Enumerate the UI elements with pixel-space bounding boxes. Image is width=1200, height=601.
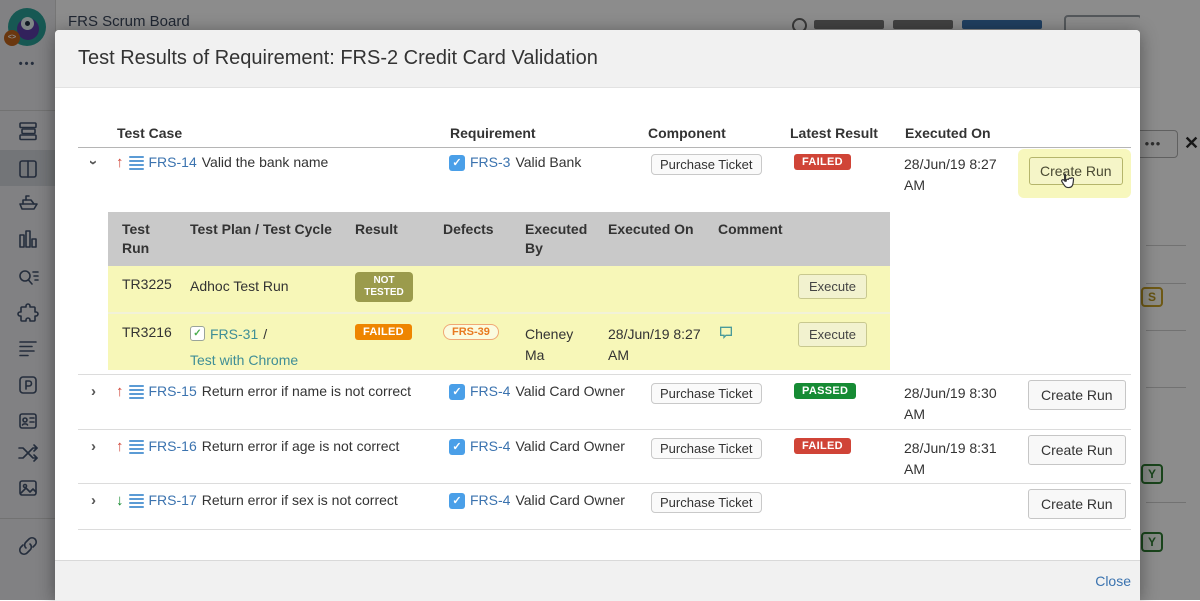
status-badge-failed: FAILED: [794, 154, 851, 170]
dialog-footer: Close: [55, 560, 1140, 601]
chevron-right-icon[interactable]: ›: [91, 438, 96, 455]
test-case-link[interactable]: FRS-17: [149, 492, 197, 508]
close-link[interactable]: Close: [1095, 561, 1131, 601]
component-badge: Purchase Ticket: [651, 492, 762, 513]
dialog-body: Test Case Requirement Component Latest R…: [55, 88, 1140, 560]
row-divider: [78, 483, 1131, 484]
create-run-button[interactable]: Create Run: [1028, 435, 1126, 465]
subcol-comment: Comment: [718, 220, 783, 239]
test-case-link[interactable]: FRS-14: [149, 154, 197, 170]
table-header-divider: [78, 147, 1131, 148]
test-case-link[interactable]: FRS-15: [149, 383, 197, 399]
requirement-link[interactable]: FRS-4: [470, 383, 510, 399]
defect-badge[interactable]: FRS-39: [443, 324, 499, 340]
create-run-button[interactable]: Create Run: [1028, 489, 1126, 519]
subcol-executed-by: Executed By: [525, 220, 597, 258]
create-run-button[interactable]: Create Run: [1028, 380, 1126, 410]
col-header-test-case: Test Case: [117, 125, 182, 141]
subcol-test-run: Test Run: [122, 220, 166, 258]
status-badge-passed: PASSED: [794, 383, 856, 399]
test-case-icon: [129, 385, 144, 400]
requirement-link[interactable]: FRS-3: [470, 154, 510, 170]
result-badge-failed: FAILED: [355, 324, 412, 340]
requirement-name: Valid Card Owner: [515, 438, 624, 454]
subcol-test-plan: Test Plan / Test Cycle: [190, 220, 360, 239]
requirement-name: Valid Bank: [515, 154, 581, 170]
row-divider: [78, 429, 1131, 430]
test-plan-link[interactable]: FRS-31: [210, 324, 258, 345]
component-badge: Purchase Ticket: [651, 438, 762, 459]
dialog-header: Test Results of Requirement: FRS-2 Credi…: [55, 30, 1140, 88]
priority-highest-icon: ↑: [116, 438, 124, 455]
test-case-icon: [129, 156, 144, 171]
cursor-pointer-icon: [1056, 171, 1078, 195]
test-runs-subtable: Test Run Test Plan / Test Cycle Result D…: [108, 212, 890, 370]
col-header-executed-on: Executed On: [905, 125, 991, 141]
test-cycle-link[interactable]: Test with Chrome: [190, 350, 298, 371]
col-header-component: Component: [648, 125, 726, 141]
chevron-down-icon[interactable]: ›: [91, 154, 96, 171]
priority-highest-icon: ↑: [116, 154, 124, 171]
requirement-icon: ✓: [449, 493, 465, 509]
execute-button[interactable]: Execute: [798, 322, 867, 347]
test-results-dialog: Test Results of Requirement: FRS-2 Credi…: [55, 30, 1140, 600]
col-header-latest-result: Latest Result: [790, 125, 878, 141]
execute-button[interactable]: Execute: [798, 274, 867, 299]
chevron-right-icon[interactable]: ›: [91, 383, 96, 400]
component-badge: Purchase Ticket: [651, 154, 762, 175]
subcol-result: Result: [355, 220, 398, 239]
row-divider: [78, 529, 1131, 530]
test-case-summary: Return error if sex is not correct: [202, 492, 398, 508]
executed-by-value: Cheney Ma: [525, 324, 595, 366]
test-case-link[interactable]: FRS-16: [149, 438, 197, 454]
result-badge-not-tested: NOT TESTED: [355, 272, 413, 302]
subtable-header: Test Run Test Plan / Test Cycle Result D…: [108, 212, 890, 266]
comment-icon[interactable]: [718, 324, 734, 340]
test-plan-icon: ✓: [190, 326, 205, 341]
test-plan-name: Adhoc Test Run: [190, 276, 342, 297]
col-header-requirement: Requirement: [450, 125, 536, 141]
component-badge: Purchase Ticket: [651, 383, 762, 404]
test-run-id: TR3225: [122, 276, 172, 292]
requirement-icon: ✓: [449, 155, 465, 171]
test-run-row: TR3225 Adhoc Test Run NOT TESTED Execute: [108, 266, 890, 312]
test-case-icon: [129, 440, 144, 455]
requirement-link[interactable]: FRS-4: [470, 438, 510, 454]
executed-on-value: 28/Jun/19 8:31 AM: [904, 438, 1006, 480]
executed-on-value: 28/Jun/19 8:30 AM: [904, 383, 1006, 425]
subcol-executed-on: Executed On: [608, 220, 694, 239]
priority-lowest-icon: ↓: [116, 492, 124, 509]
requirement-icon: ✓: [449, 384, 465, 400]
priority-highest-icon: ↑: [116, 383, 124, 400]
test-case-summary: Return error if name is not correct: [202, 383, 411, 399]
subcol-defects: Defects: [443, 220, 494, 239]
test-run-row: TR3216 ✓ FRS-31 / Test with Chrome FAILE…: [108, 312, 890, 370]
chevron-right-icon[interactable]: ›: [91, 492, 96, 509]
dialog-title: Test Results of Requirement: FRS-2 Credi…: [55, 30, 1140, 87]
plan-separator: /: [263, 324, 267, 345]
test-case-summary: Return error if age is not correct: [202, 438, 400, 454]
executed-on-value: 28/Jun/19 8:27 AM: [904, 154, 1006, 196]
test-case-summary: Valid the bank name: [202, 154, 329, 170]
requirement-link[interactable]: FRS-4: [470, 492, 510, 508]
status-badge-failed: FAILED: [794, 438, 851, 454]
executed-on-value: 28/Jun/19 8:27 AM: [608, 324, 712, 366]
test-case-icon: [129, 494, 144, 509]
requirement-icon: ✓: [449, 439, 465, 455]
requirement-name: Valid Card Owner: [515, 383, 624, 399]
requirement-name: Valid Card Owner: [515, 492, 624, 508]
row-divider: [78, 374, 1131, 375]
test-run-id: TR3216: [122, 324, 172, 340]
